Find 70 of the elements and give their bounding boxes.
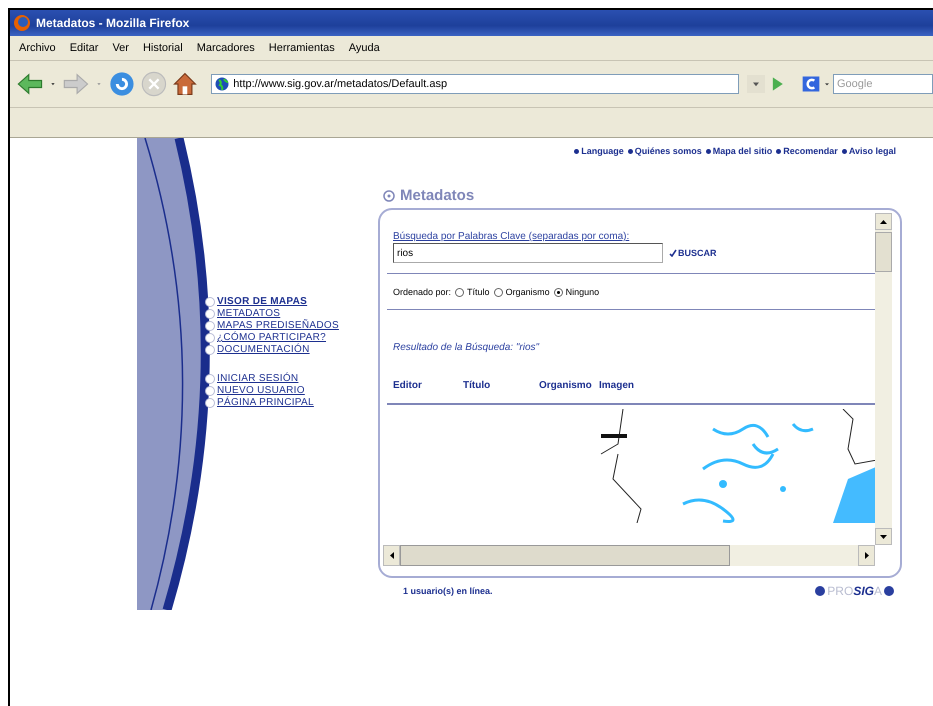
reload-icon[interactable] (108, 70, 136, 98)
nav-link[interactable]: ¿CÓMO PARTICIPAR? (217, 332, 326, 343)
top-link[interactable]: Language (581, 146, 624, 156)
column-header: Editor (393, 380, 423, 391)
globe-icon (215, 77, 230, 91)
menu-item[interactable]: Herramientas (264, 40, 340, 56)
bullet-icon (205, 386, 215, 396)
column-header: Imagen (599, 380, 636, 391)
scroll-thumb[interactable] (875, 232, 892, 272)
menu-item[interactable]: Historial (138, 40, 188, 56)
bullet-icon (205, 308, 215, 318)
scroll-down-button[interactable] (875, 528, 892, 545)
circle-icon (383, 190, 395, 202)
dropdown-icon[interactable] (746, 73, 765, 95)
radio-label: Organismo (506, 287, 550, 297)
radio-button[interactable] (494, 288, 503, 296)
column-header: Organismo (539, 380, 593, 391)
scroll-thumb[interactable] (400, 545, 730, 566)
bullet-icon (205, 320, 215, 330)
check-icon (669, 249, 677, 257)
menu-item[interactable]: Ayuda (344, 40, 385, 56)
browser-logo-icon (13, 14, 31, 32)
scroll-up-button[interactable] (875, 213, 892, 230)
up-arrow-icon (880, 220, 887, 224)
radio-button[interactable] (455, 288, 464, 296)
menu-item[interactable]: Archivo (14, 40, 61, 56)
search-link[interactable]: BUSCAR (678, 248, 717, 258)
left-arrow-icon (390, 552, 394, 559)
top-link[interactable]: Mapa del sitio (712, 146, 772, 156)
address-field[interactable]: http://www.sig.gov.ar/metadatos/Default.asp (211, 74, 739, 94)
bullet-icon (574, 148, 580, 154)
search-field[interactable]: Google (832, 74, 933, 94)
bullet-icon (205, 398, 215, 408)
bullet-icon (842, 148, 847, 154)
online-users-text: 1 usuario(s) en línea. (403, 586, 493, 596)
radio-label: Ninguno (566, 287, 600, 297)
bullet-icon (706, 148, 711, 154)
nav-link[interactable]: DOCUMENTACIÓN (217, 344, 310, 355)
top-link[interactable]: Aviso legal (848, 146, 896, 156)
down-arrow-icon (880, 534, 887, 538)
top-link[interactable]: Recomendar (783, 146, 838, 156)
radio-label: Título (467, 287, 490, 297)
radio-button[interactable] (554, 288, 563, 296)
menu-item[interactable]: Editar (64, 40, 104, 56)
nav-link[interactable]: INICIAR SESIÓN (217, 373, 298, 384)
nav-link[interactable]: NUEVO USUARIO (217, 385, 305, 396)
nav-link[interactable]: MAPAS PREDISEÑADOS (217, 320, 339, 331)
nav-link[interactable]: METADATOS (217, 308, 280, 319)
keyword-field[interactable]: rios (393, 243, 663, 263)
bullet-icon (205, 296, 215, 306)
nav-link[interactable]: PÁGINA PRINCIPAL (217, 397, 314, 408)
home-icon[interactable] (171, 70, 200, 98)
right-arrow-icon (864, 552, 868, 559)
column-header: Título (463, 380, 492, 391)
page-heading: Metadatos (400, 187, 474, 204)
field-label: Búsqueda por Palabras Clave (separadas por coma): (393, 231, 630, 242)
dot-icon (815, 586, 826, 596)
top-link[interactable]: Quiénes somos (634, 146, 702, 156)
menu-item[interactable]: Ver (107, 40, 134, 56)
menu-item[interactable]: Marcadores (192, 40, 260, 56)
nav-link[interactable]: VISOR DE MAPAS (217, 296, 308, 307)
bullet-icon (628, 148, 633, 154)
dot-icon (884, 586, 894, 596)
scroll-right-button[interactable] (858, 545, 875, 566)
site-logo: PROSIGA (827, 584, 882, 598)
bullet-icon (776, 148, 782, 154)
sort-label: Ordenado por: (393, 287, 452, 297)
scroll-left-button[interactable] (383, 545, 400, 566)
window-title: Metadatos - Mozilla Firefox (36, 16, 190, 30)
result-label: Resultado de la Búsqueda: "rios" (393, 342, 540, 353)
